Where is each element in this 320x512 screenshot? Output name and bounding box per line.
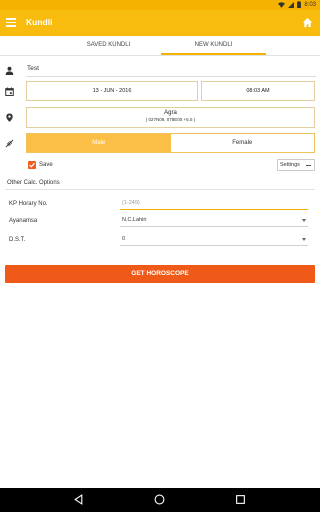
gender-selector: Male Female xyxy=(26,133,315,153)
save-label: Save xyxy=(39,162,53,168)
calendar-icon xyxy=(5,87,14,96)
dropdown-caret-icon xyxy=(302,219,306,222)
recents-icon[interactable] xyxy=(235,494,246,505)
app-bar: Kundli xyxy=(0,10,320,36)
time-picker[interactable]: 08:03 AM xyxy=(201,81,315,101)
save-checkbox[interactable] xyxy=(28,161,36,169)
status-icons: 8:03 xyxy=(278,1,316,8)
signal-icon xyxy=(288,1,295,8)
other-options-title: Other Calc. Options xyxy=(7,180,60,186)
kp-horary-label: KP Horary No. xyxy=(9,201,48,207)
compass-icon xyxy=(5,139,14,148)
tab-new-kundli[interactable]: NEW KUNDLI xyxy=(161,38,266,55)
kp-horary-input[interactable]: (1-249) xyxy=(120,198,308,210)
app-title: Kundli xyxy=(26,17,53,27)
menu-icon[interactable] xyxy=(6,18,16,28)
location-pin-icon xyxy=(6,113,13,122)
date-picker[interactable]: 13 - JUN - 2016 xyxy=(26,81,198,101)
tab-bar: SAVED KUNDLI NEW KUNDLI xyxy=(56,38,266,55)
check-icon xyxy=(29,162,35,168)
wifi-icon xyxy=(278,1,286,8)
back-icon[interactable] xyxy=(73,494,84,505)
ayanamsa-label: Ayanamsa xyxy=(9,218,38,224)
place-name: Agra xyxy=(164,110,177,116)
get-horoscope-button[interactable]: GET HOROSCOPE xyxy=(5,265,315,283)
dst-label: D.S.T. xyxy=(9,237,26,243)
tabs-divider xyxy=(0,55,320,56)
gender-option-male[interactable]: Male xyxy=(27,134,171,152)
place-picker[interactable]: Agra ( 027N09, 078E00 +5.5 ) xyxy=(26,107,315,128)
name-field[interactable]: Test xyxy=(26,65,316,77)
person-icon xyxy=(5,66,14,75)
settings-button[interactable]: Settings xyxy=(277,159,315,171)
status-time: 8:03 xyxy=(304,1,316,8)
ayanamsa-select[interactable]: N.C.Lahiri xyxy=(120,215,308,227)
gender-option-female[interactable]: Female xyxy=(170,134,314,152)
home-circle-icon[interactable] xyxy=(154,494,165,505)
place-coordinates: ( 027N09, 078E00 +5.5 ) xyxy=(145,117,196,122)
dropdown-caret-icon xyxy=(302,238,306,241)
tab-saved-kundli[interactable]: SAVED KUNDLI xyxy=(56,38,161,55)
section-divider xyxy=(5,189,315,190)
dst-value: 0 xyxy=(122,236,126,242)
collapse-icon xyxy=(306,165,311,166)
dst-select[interactable]: 0 xyxy=(120,234,308,246)
settings-label: Settings xyxy=(280,162,300,168)
battery-icon xyxy=(297,1,302,8)
navigation-bar xyxy=(0,488,320,512)
home-icon[interactable] xyxy=(302,17,313,28)
screen: 8:03 Kundli SAVED KUNDLI NEW KUNDLI Test… xyxy=(0,0,320,512)
ayanamsa-value: N.C.Lahiri xyxy=(122,217,147,223)
status-bar: 8:03 xyxy=(0,0,320,10)
